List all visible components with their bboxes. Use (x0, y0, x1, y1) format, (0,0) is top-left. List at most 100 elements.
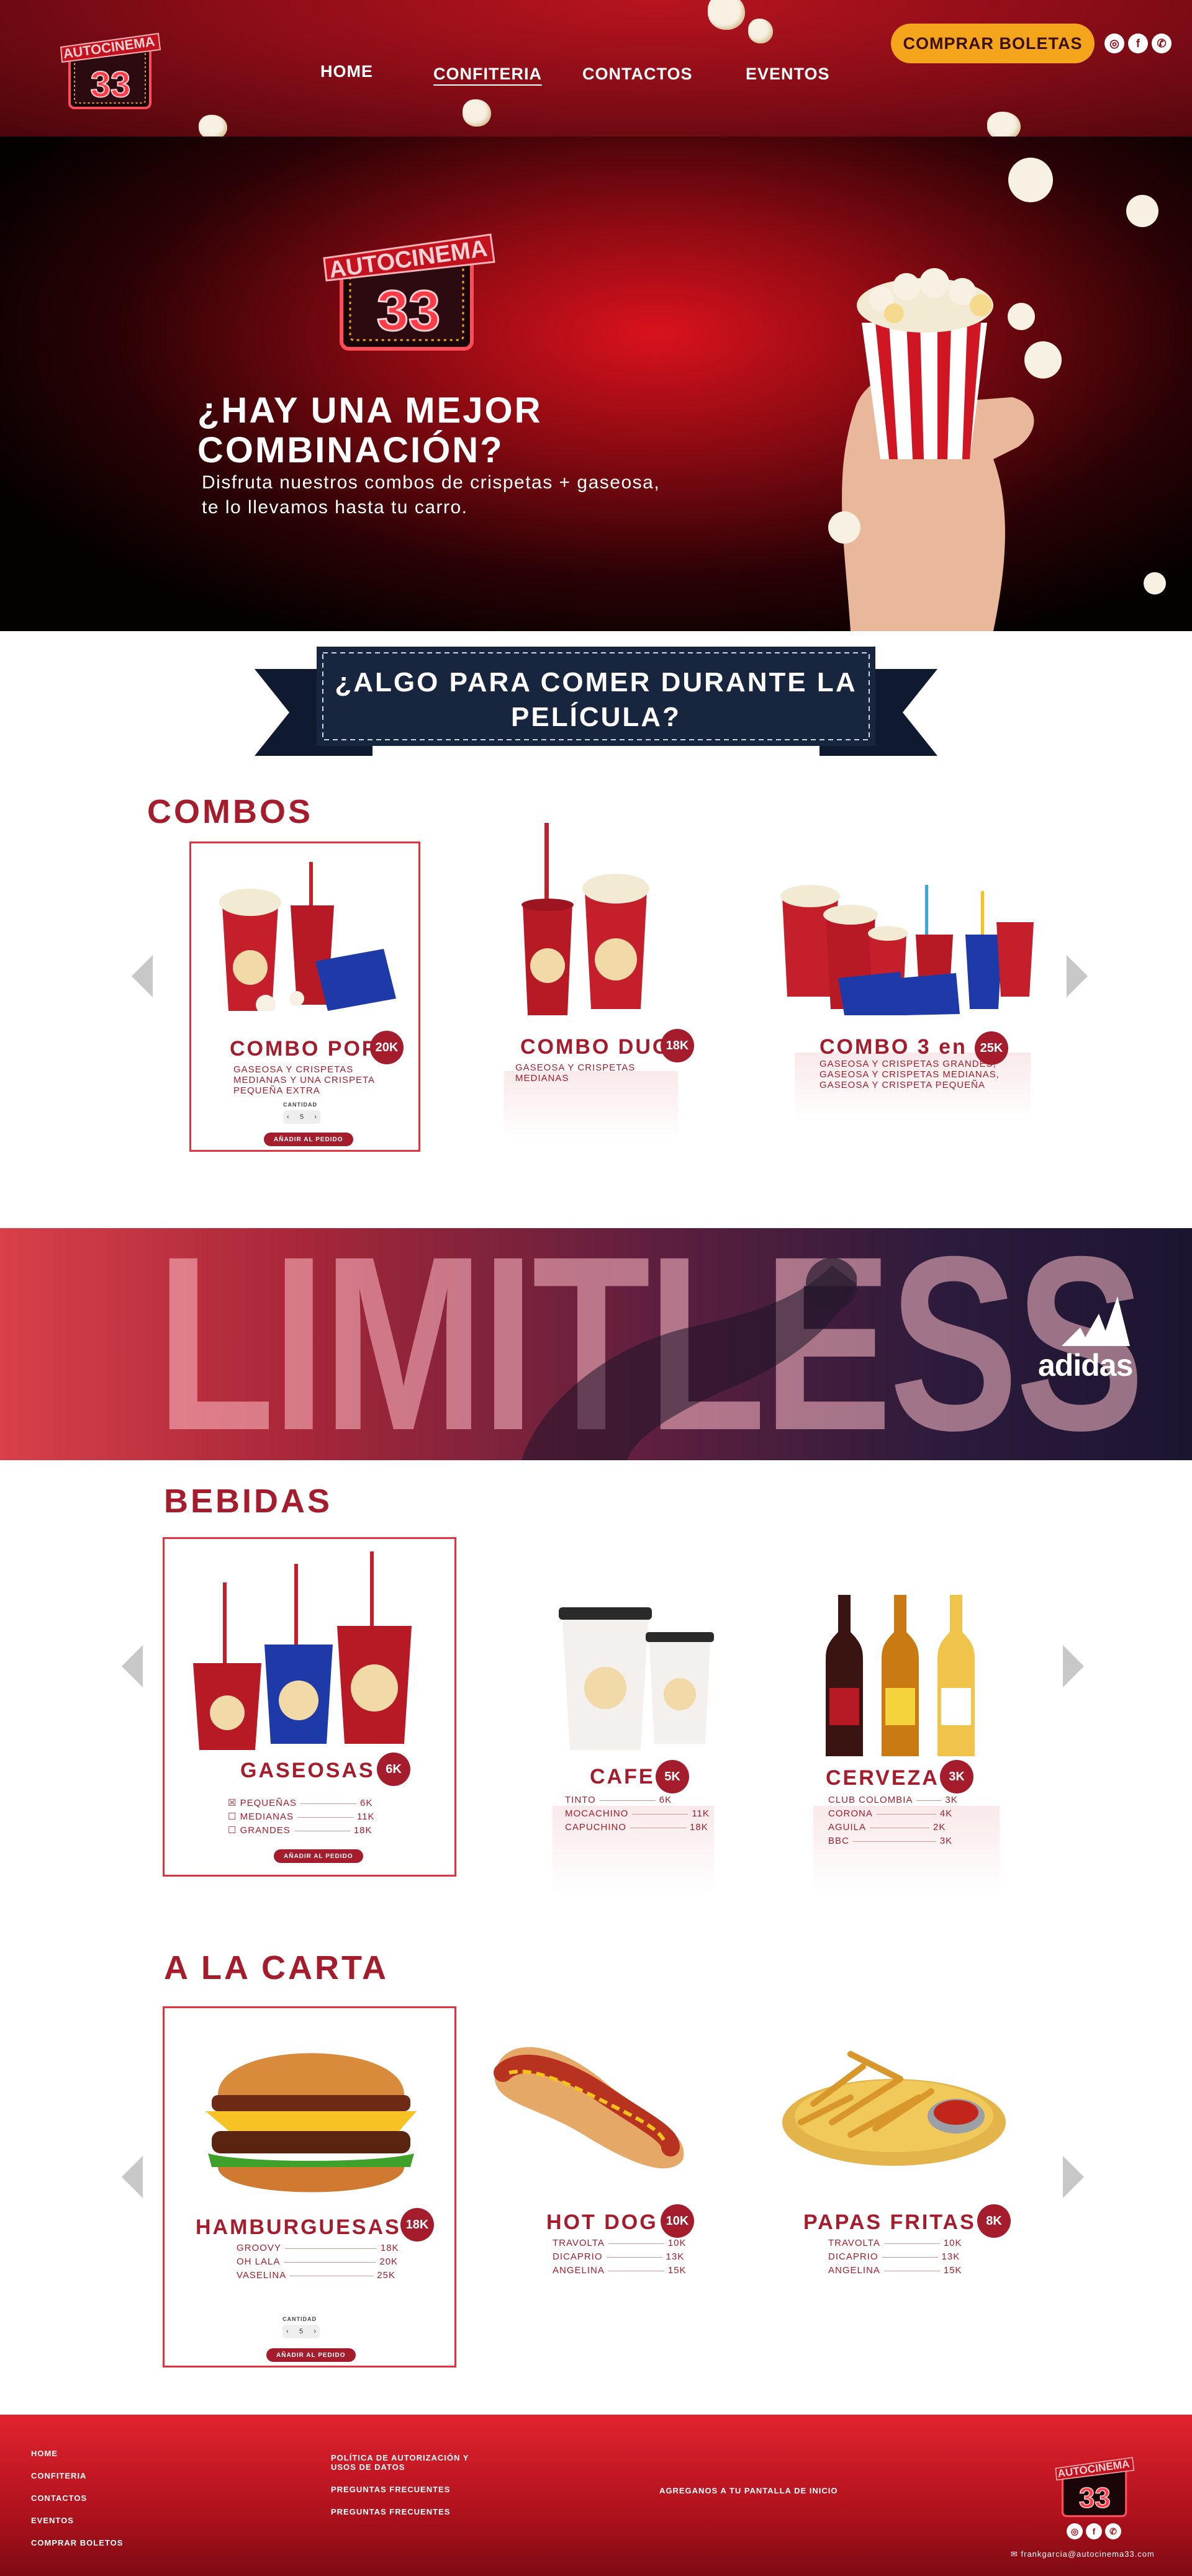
ad-brand-name: adidas (1038, 1348, 1133, 1383)
combo-duo-image (522, 823, 649, 1015)
cafe-image (559, 1607, 714, 1750)
footer-link-faq[interactable]: PREGUNTAS FRECUENTES (331, 2485, 450, 2494)
combos-prev-arrow[interactable] (132, 955, 153, 997)
logo-sign-graphic: AUTOCINEMA 33 (60, 32, 161, 109)
option-row[interactable]: CORONA 4K (828, 1808, 952, 1819)
nav-confiteria[interactable]: CONFITERIA (433, 65, 542, 84)
hero-subtitle: Disfruta nuestros combos de crispetas + … (202, 472, 661, 518)
bebidas-prev-arrow[interactable] (122, 1645, 143, 1687)
advertisement-banner[interactable]: LIMITLESS adidas (0, 1228, 1192, 1460)
add-to-order-button[interactable]: AÑADIR AL PEDIDO (266, 2348, 356, 2362)
option-row[interactable]: CAPUCHINO 18K (565, 1822, 708, 1833)
quantity-stepper[interactable]: ‹ 5 › (282, 2325, 320, 2338)
hamburguesas-name: HAMBURGUESAS (196, 2215, 401, 2239)
option-row[interactable]: GROOVY 18K (237, 2243, 399, 2253)
add-to-order-button[interactable]: AÑADIR AL PEDIDO (274, 1849, 363, 1863)
footer-link-eventos[interactable]: EVENTOS (31, 2516, 74, 2525)
hamburguesas-price: 18K (400, 2208, 434, 2242)
option-row[interactable]: ☒ PEQUEÑAS 6K (228, 1797, 372, 1808)
option-row[interactable]: ANGELINA 15K (553, 2265, 687, 2276)
option-row[interactable]: VASELINA 25K (237, 2270, 395, 2281)
option-row[interactable]: ANGELINA 15K (828, 2265, 962, 2276)
option-row[interactable]: AGUILA 2K (828, 1822, 946, 1833)
bebidas-next-arrow[interactable] (1063, 1645, 1084, 1687)
gaseosas-price: 6K (377, 1752, 410, 1786)
autocinema-logo[interactable]: AUTOCINEMA 33 (56, 22, 165, 115)
option-row[interactable]: DICAPRIO 13K (553, 2251, 684, 2262)
popcorn-hand-image (807, 137, 1192, 631)
combo-3en1-name: COMBO 3 en 1 (820, 1035, 989, 1059)
papas-price: 8K (977, 2204, 1011, 2238)
carta-prev-arrow[interactable] (122, 2156, 143, 2198)
whatsapp-icon[interactable]: ✆ (1105, 2523, 1121, 2539)
combo-3en1-description: GASEOSA Y CRISPETAS GRANDES, GASEOSA Y C… (820, 1059, 1000, 1090)
buy-tickets-button[interactable]: COMPRAR BOLETAS (891, 24, 1095, 63)
hero-section: AUTOCINEMA 33 ¿HAY UNA MEJOR COMBINACIÓN… (0, 137, 1192, 631)
hamburguesas-card[interactable]: HAMBURGUESAS 18K GROOVY 18K OH LALA 20K VA… (163, 2006, 456, 2367)
add-to-order-button[interactable]: AÑADIR AL PEDIDO (264, 1133, 353, 1146)
combos-next-arrow[interactable] (1067, 955, 1088, 997)
combo-3en1-card[interactable]: COMBO 3 en 1 25K GASEOSA Y CRISPETAS GRA… (770, 873, 1043, 1133)
footer-logo-number: 33 (1079, 2482, 1111, 2513)
carta-next-arrow[interactable] (1063, 2156, 1084, 2198)
option-row[interactable]: TRAVOLTA 10K (553, 2238, 687, 2248)
option-row[interactable]: ☐ MEDIANAS 11K (228, 1811, 375, 1822)
popcorn-decoration (463, 99, 491, 127)
popcorn-decoration (708, 0, 745, 30)
whatsapp-icon[interactable]: ✆ (1152, 34, 1172, 53)
nav-contactos[interactable]: CONTACTOS (582, 65, 693, 84)
footer-email-text: frankgarcia@autocinema33.com (1021, 2549, 1155, 2559)
cafe-card[interactable]: CAFE 5K TINTO 6K MOCACHINO 11K CAPUCHINO 18… (546, 1601, 733, 1899)
footer-link-faq-2[interactable]: PREGUNTAS FRECUENTES (331, 2507, 450, 2516)
hotdog-card[interactable]: HOT DOG 10K TRAVOLTA 10K DICAPRIO 13K ANGE… (484, 2029, 708, 2290)
quantity-stepper[interactable]: ‹ 5 › (283, 1110, 320, 1124)
footer-link-privacy-policy[interactable]: POLÍTICA DE AUTORIZACIÓN Y USOS DE DATOS (331, 2453, 480, 2472)
footer-link-comprar-boletos[interactable]: COMPRAR BOLETOS (31, 2538, 123, 2547)
combo-pop-card[interactable]: COMBO POP 20K GASEOSA Y CRISPETAS MEDIAN… (189, 841, 420, 1152)
popcorn-decoration (199, 115, 227, 137)
facebook-icon[interactable]: f (1086, 2523, 1102, 2539)
reflection (813, 1806, 1000, 1893)
footer-link-home[interactable]: HOME (31, 2449, 58, 2458)
papas-name: PAPAS FRITAS (803, 2210, 976, 2234)
quantity-label: CANTIDAD (282, 2316, 317, 2322)
cerveza-card[interactable]: CERVEZA 3K CLUB COLOMBIA 3K CORONA 4K AGUI… (807, 1595, 1012, 1899)
footer-link-contactos[interactable]: CONTACTOS (31, 2493, 87, 2503)
footer-logo: AUTOCINEMA 33 (1055, 2457, 1135, 2518)
option-row[interactable]: TRAVOLTA 10K (828, 2238, 962, 2248)
instagram-icon[interactable]: ◎ (1104, 34, 1124, 53)
option-row[interactable]: BBC 3K (828, 1836, 952, 1846)
option-row[interactable]: CLUB COLOMBIA 3K (828, 1795, 958, 1805)
combo-duo-card[interactable]: COMBO DUO 18K GASEOSA Y CRISPETAS MEDIAN… (479, 823, 694, 1146)
combo-pop-description: GASEOSA Y CRISPETAS MEDIANAS Y UNA CRISP… (233, 1064, 375, 1096)
gaseosas-card[interactable]: GASEOSAS 6K ☒ PEQUEÑAS 6K ☐ MEDIANAS 11K ☐… (163, 1537, 456, 1877)
hamburguesas-image (205, 2053, 417, 2192)
cerveza-name: CERVEZA (826, 1766, 939, 1790)
option-row[interactable]: MOCACHINO 11K (565, 1808, 710, 1819)
footer-email[interactable]: ✉ frankgarcia@autocinema33.com (1011, 2549, 1155, 2559)
nav-home[interactable]: HOME (320, 62, 373, 81)
hero-logo-number: 33 (377, 279, 440, 343)
hotdog-price: 10K (661, 2204, 694, 2238)
option-row[interactable]: OH LALA 20K (237, 2256, 398, 2267)
section-banner: ¿ALGO PARA COMER DURANTE LA PELÍCULA? (255, 647, 937, 765)
papas-card[interactable]: PAPAS FRITAS 8K TRAVOLTA 10K DICAPRIO 13K … (770, 2029, 1031, 2290)
nav-eventos[interactable]: EVENTOS (746, 65, 830, 84)
ad-athlete-image (522, 1258, 857, 1460)
option-row[interactable]: DICAPRIO 13K (828, 2251, 960, 2262)
footer-add-to-home[interactable]: AGREGANOS A TU PANTALLA DE INICIO (659, 2486, 838, 2495)
option-row[interactable]: TINTO 6K (565, 1795, 672, 1805)
bebidas-title: BEBIDAS (164, 1483, 333, 1520)
option-row[interactable]: ☐ GRANDES 18K (228, 1824, 372, 1836)
cafe-price: 5K (656, 1760, 689, 1793)
carta-title: A LA CARTA (164, 1949, 389, 1986)
site-header: AUTOCINEMA 33 HOME CONFITERIA CONTACTOS … (0, 0, 1192, 137)
hero-title: ¿HAY UNA MEJOR COMBINACIÓN? (197, 390, 543, 470)
combo-pop-image (219, 862, 396, 1011)
instagram-icon[interactable]: ◎ (1067, 2523, 1083, 2539)
site-footer: HOME CONFITERIA CONTACTOS EVENTOS COMPRA… (0, 2415, 1192, 2576)
combo-duo-price: 18K (661, 1029, 694, 1062)
footer-link-confiteria[interactable]: CONFITERIA (31, 2471, 86, 2480)
facebook-icon[interactable]: f (1128, 34, 1148, 53)
hotdog-name: HOT DOG (546, 2210, 658, 2234)
